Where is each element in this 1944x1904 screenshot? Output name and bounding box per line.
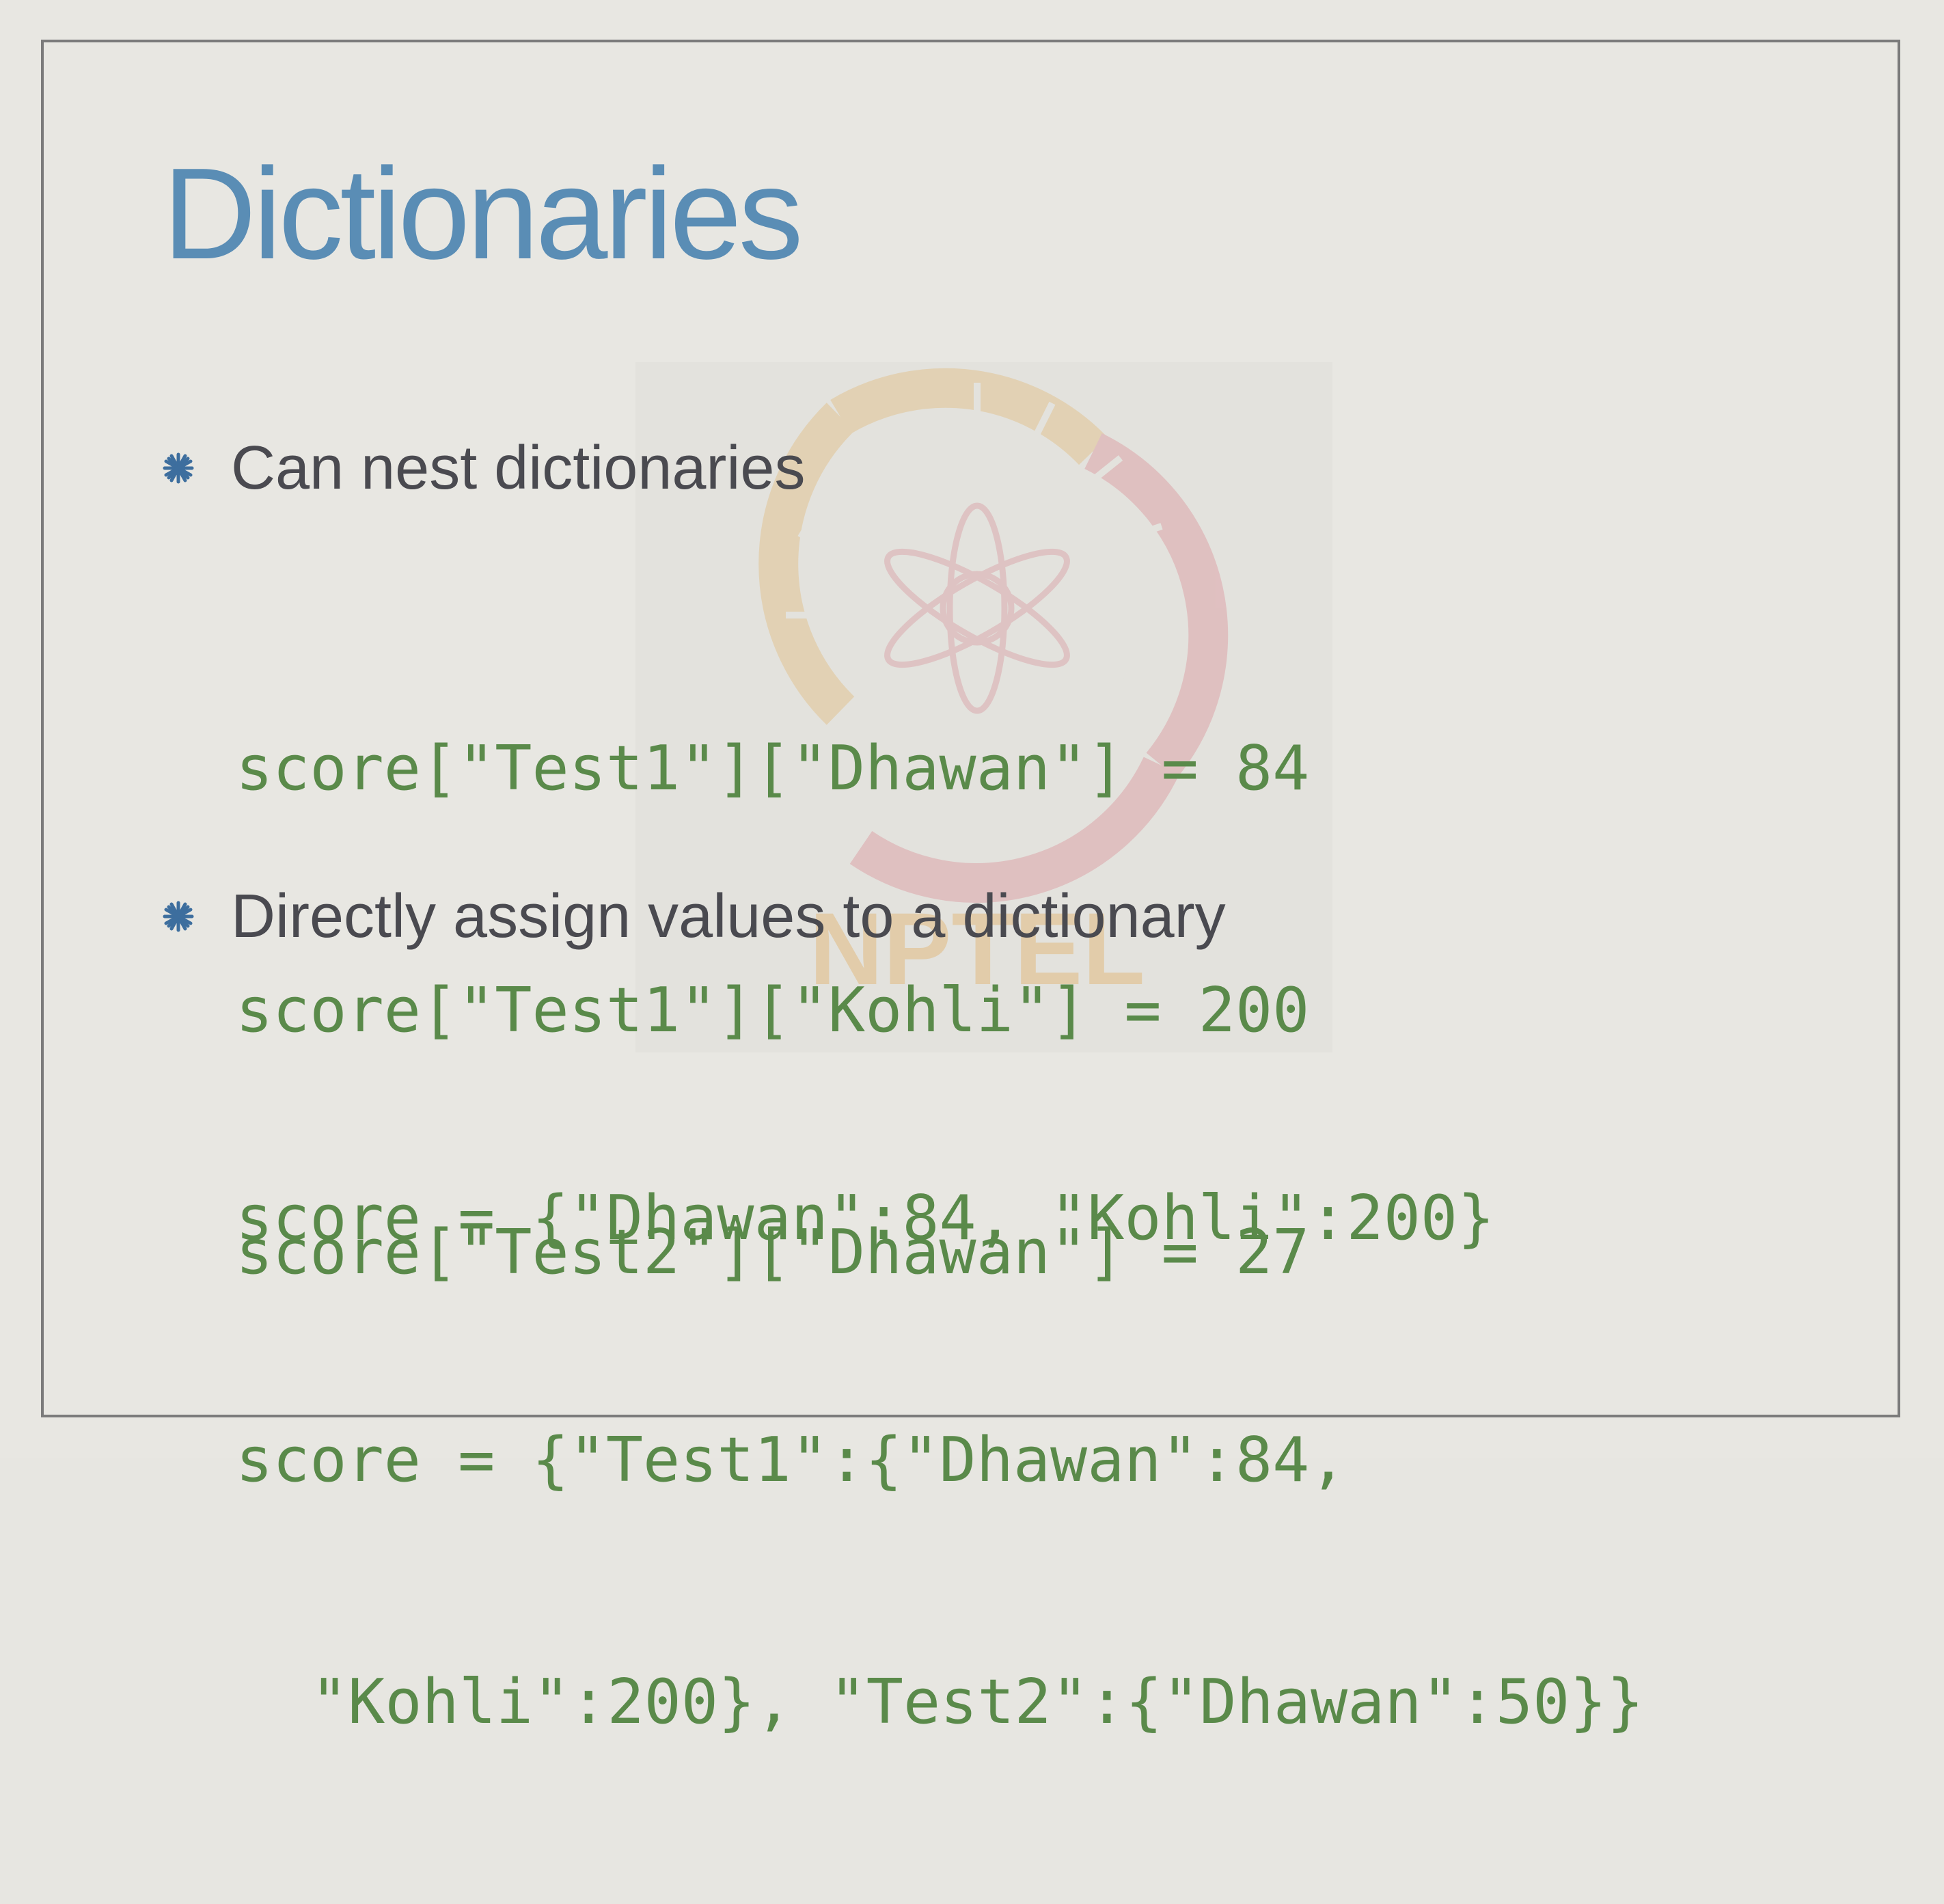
slide: NPTEL Dictionaries Can nest dictionaries xyxy=(0,0,1944,1738)
bullet-text: Can nest dictionaries xyxy=(231,434,806,502)
slide-title: Dictionaries xyxy=(163,141,804,286)
asterisk-icon xyxy=(163,886,231,947)
code-line: score = {"Dhawan":84, "Kohli":200} xyxy=(236,1182,1495,1254)
code-line: score["Test1"]["Dhawan"] = 84 xyxy=(236,733,1310,804)
bullet-text: Directly assign values to a dictionary xyxy=(231,882,1226,951)
code-line: score = {"Test1":{"Dhawan":84, xyxy=(236,1424,1347,1496)
code-line: "Kohli":200}, "Test2":{"Dhawan":50}} xyxy=(311,1666,1644,1738)
asterisk-icon xyxy=(163,437,231,499)
code-block-direct: score = {"Dhawan":84, "Kohli":200} score… xyxy=(236,1017,1644,1904)
bullet-item-direct-assign: Directly assign values to a dictionary xyxy=(163,886,1226,947)
bullet-item-nest: Can nest dictionaries xyxy=(163,437,805,499)
